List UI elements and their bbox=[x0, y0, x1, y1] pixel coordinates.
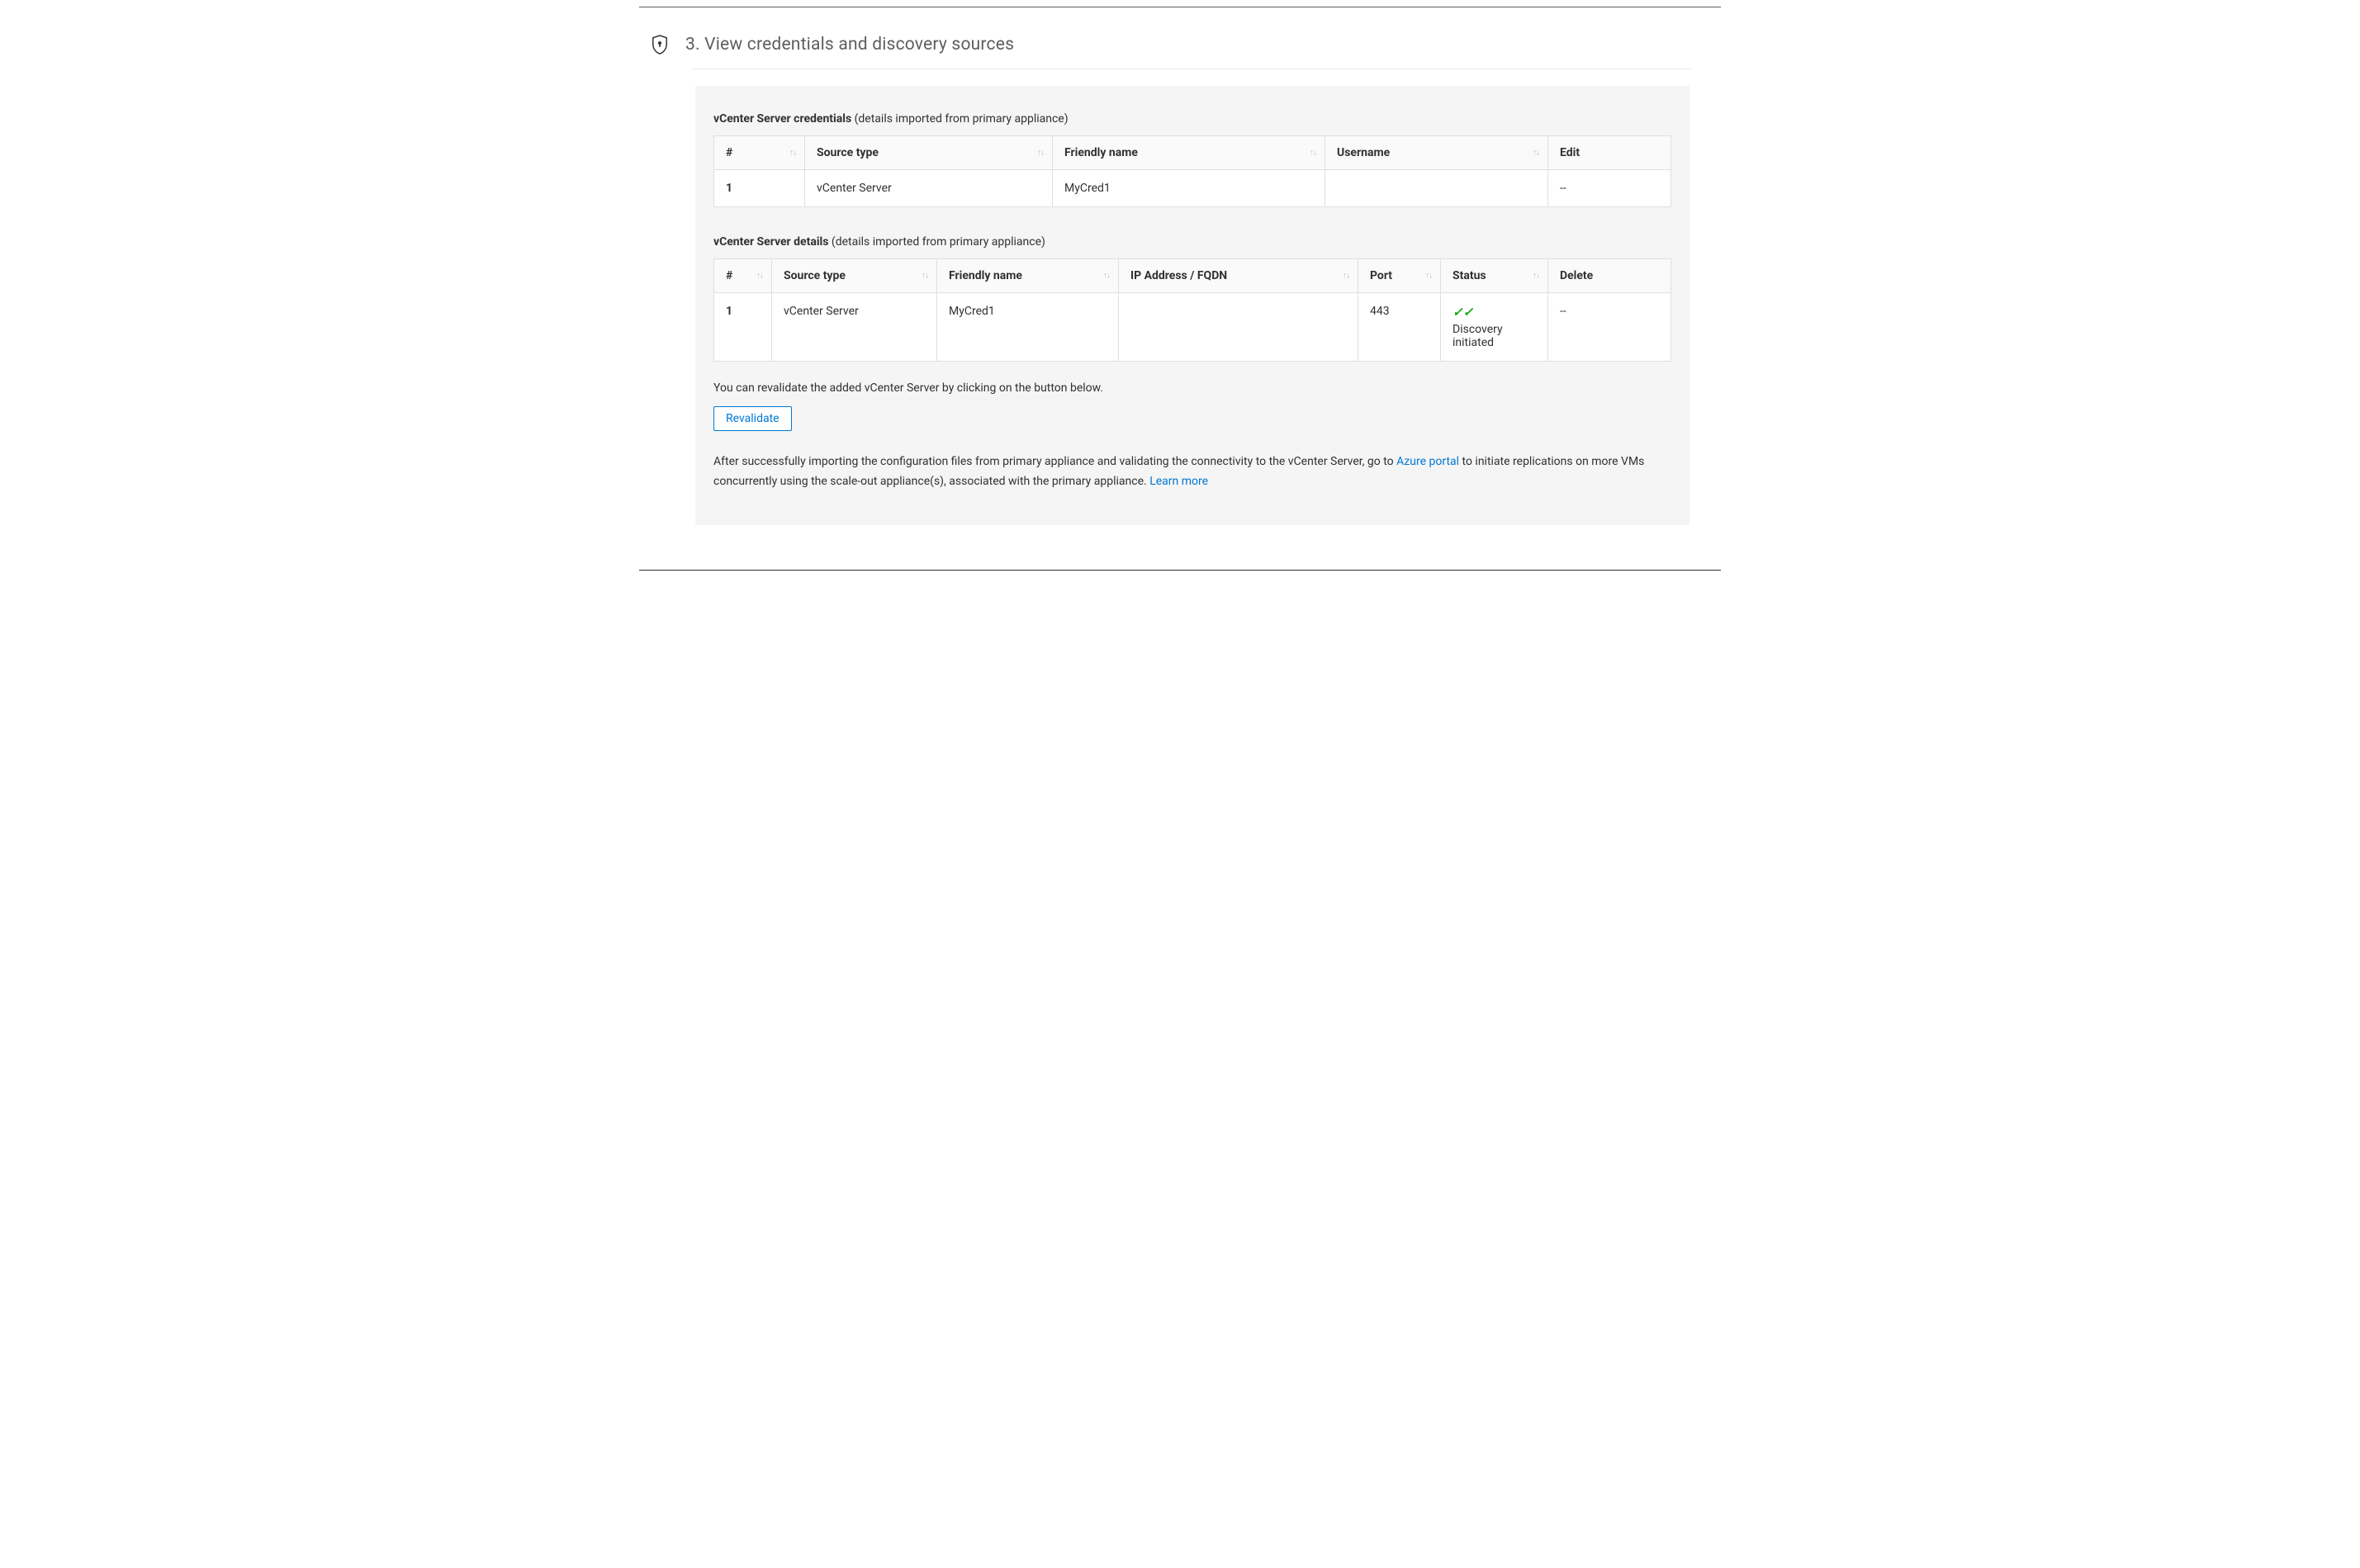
details-header-row: #↑↓ Source type↑↓ Friendly name↑↓ IP Add… bbox=[714, 259, 1671, 293]
double-check-icon: ✓✓ bbox=[1452, 305, 1473, 320]
credentials-label-rest: (details imported from primary appliance… bbox=[851, 112, 1068, 126]
section-header: 3. View credentials and discovery source… bbox=[621, 27, 1739, 62]
cell-source-type: vCenter Server bbox=[805, 170, 1053, 207]
details-label-bold: vCenter Server details bbox=[713, 235, 828, 249]
col-header-index[interactable]: #↑↓ bbox=[714, 136, 805, 170]
col-header-source-type[interactable]: Source type↑↓ bbox=[805, 136, 1053, 170]
after-text-pre: After successfully importing the configu… bbox=[713, 455, 1396, 468]
cell-index: 1 bbox=[714, 293, 772, 362]
sort-icon: ↑↓ bbox=[1533, 149, 1539, 158]
col-header-status[interactable]: Status↑↓ bbox=[1441, 259, 1548, 293]
sort-icon: ↑↓ bbox=[1103, 272, 1110, 281]
details-label-rest: (details imported from primary appliance… bbox=[828, 235, 1045, 249]
cell-port: 443 bbox=[1358, 293, 1441, 362]
credentials-table: #↑↓ Source type↑↓ Friendly name↑↓ Userna… bbox=[713, 135, 1671, 207]
col-header-ip-fqdn[interactable]: IP Address / FQDN↑↓ bbox=[1119, 259, 1358, 293]
after-text: After successfully importing the configu… bbox=[713, 452, 1671, 492]
revalidate-note: You can revalidate the added vCenter Ser… bbox=[713, 381, 1671, 395]
sort-icon: ↑↓ bbox=[789, 149, 796, 158]
revalidate-button[interactable]: Revalidate bbox=[713, 406, 792, 431]
table-row: 1 vCenter Server MyCred1 443 ✓✓ Discover… bbox=[714, 293, 1671, 362]
cell-delete: -- bbox=[1548, 293, 1671, 362]
cell-status: ✓✓ Discovery initiated bbox=[1441, 293, 1548, 362]
cell-ip-fqdn bbox=[1119, 293, 1358, 362]
sort-icon: ↑↓ bbox=[1037, 149, 1044, 158]
azure-portal-link[interactable]: Azure portal bbox=[1396, 455, 1459, 468]
status-text: Discovery initiated bbox=[1452, 323, 1536, 349]
cell-source-type: vCenter Server bbox=[772, 293, 937, 362]
learn-more-link[interactable]: Learn more bbox=[1149, 475, 1208, 488]
details-table: #↑↓ Source type↑↓ Friendly name↑↓ IP Add… bbox=[713, 258, 1671, 362]
col-header-username[interactable]: Username↑↓ bbox=[1325, 136, 1548, 170]
shield-keyhole-icon bbox=[651, 34, 669, 55]
col-header-port[interactable]: Port↑↓ bbox=[1358, 259, 1441, 293]
credentials-label-bold: vCenter Server credentials bbox=[713, 112, 851, 126]
credentials-label: vCenter Server credentials (details impo… bbox=[713, 112, 1671, 126]
cell-friendly-name: MyCred1 bbox=[937, 293, 1119, 362]
col-header-index[interactable]: #↑↓ bbox=[714, 259, 772, 293]
section-title: 3. View credentials and discovery source… bbox=[685, 35, 1014, 54]
details-label: vCenter Server details (details imported… bbox=[713, 235, 1671, 249]
col-header-friendly-name[interactable]: Friendly name↑↓ bbox=[937, 259, 1119, 293]
bottom-divider bbox=[639, 570, 1721, 571]
col-header-friendly-name[interactable]: Friendly name↑↓ bbox=[1053, 136, 1325, 170]
sort-icon: ↑↓ bbox=[1310, 149, 1316, 158]
sort-icon: ↑↓ bbox=[1533, 272, 1539, 281]
col-header-edit: Edit bbox=[1548, 136, 1671, 170]
sort-icon: ↑↓ bbox=[922, 272, 928, 281]
sort-icon: ↑↓ bbox=[1425, 272, 1432, 281]
panel-credentials-sources: vCenter Server credentials (details impo… bbox=[695, 86, 1689, 525]
table-row: 1 vCenter Server MyCred1 -- bbox=[714, 170, 1671, 207]
cell-edit: -- bbox=[1548, 170, 1671, 207]
col-header-delete: Delete bbox=[1548, 259, 1671, 293]
sort-icon: ↑↓ bbox=[1343, 272, 1349, 281]
cell-friendly-name: MyCred1 bbox=[1053, 170, 1325, 207]
cell-username bbox=[1325, 170, 1548, 207]
credentials-header-row: #↑↓ Source type↑↓ Friendly name↑↓ Userna… bbox=[714, 136, 1671, 170]
sort-icon: ↑↓ bbox=[756, 272, 763, 281]
cell-index: 1 bbox=[714, 170, 805, 207]
col-header-source-type[interactable]: Source type↑↓ bbox=[772, 259, 937, 293]
